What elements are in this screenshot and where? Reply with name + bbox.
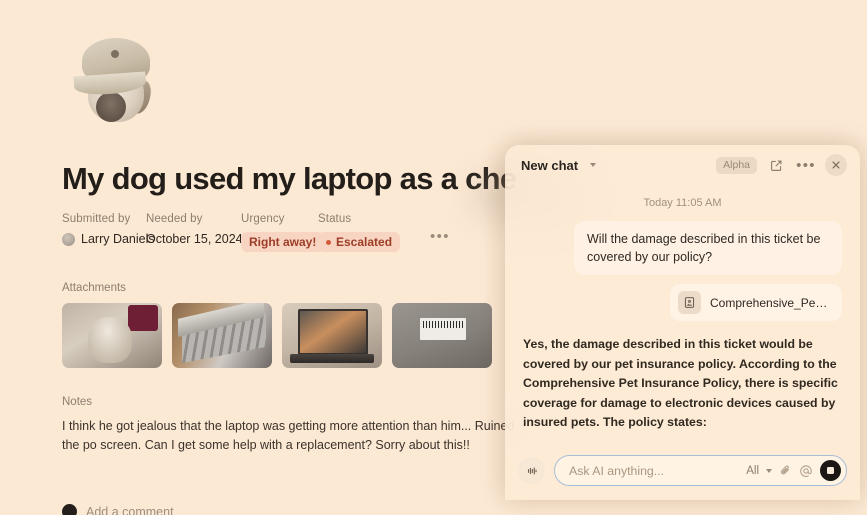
stop-square-icon	[827, 467, 834, 474]
send-stop-button[interactable]	[820, 460, 841, 481]
chat-more-menu-icon[interactable]: •••	[795, 154, 817, 176]
hero-dog-image	[66, 28, 164, 128]
field-urgency: Urgency Right away!	[241, 213, 325, 253]
mention-at-icon[interactable]	[799, 464, 813, 478]
attachment-paperclip-icon[interactable]	[779, 464, 792, 477]
attached-document-name: Comprehensive_Pet_I...	[710, 295, 829, 310]
attachment-thumbnail[interactable]	[392, 303, 492, 369]
avatar	[62, 232, 75, 246]
message-timestamp: Today 11:05 AM	[643, 197, 722, 209]
dog-snout-shape	[96, 92, 126, 122]
ticket-meta-row: Submitted by Larry Daniels Needed by Oct…	[62, 213, 462, 253]
field-needed-by: Needed by October 15, 2024	[146, 213, 243, 246]
chat-header: New chat Alpha •••	[505, 145, 860, 185]
field-value-submitted-by[interactable]: Larry Daniels	[62, 232, 155, 246]
ai-response-message: Yes, the damage described in this ticket…	[523, 335, 842, 447]
needed-by-date[interactable]: October 15, 2024	[146, 232, 243, 246]
field-label-needed-by: Needed by	[146, 213, 203, 226]
attachment-thumbnail[interactable]	[172, 303, 272, 369]
field-status: Status Escalated	[318, 213, 408, 253]
chat-input-bar: Ask AI anything... All	[505, 447, 860, 500]
chevron-down-icon[interactable]	[590, 163, 597, 167]
chat-title[interactable]: New chat	[521, 158, 578, 173]
chat-input[interactable]: Ask AI anything...	[569, 464, 739, 478]
close-icon[interactable]	[825, 154, 847, 176]
add-comment-placeholder: Add a comment	[86, 504, 174, 515]
scope-selector-label: All	[746, 464, 759, 477]
user-message-bubble: Will the damage described in this ticket…	[574, 221, 842, 276]
ai-chat-panel: New chat Alpha ••• Today 11:05 AM Will t…	[505, 145, 860, 500]
attached-document-chip[interactable]: Comprehensive_Pet_I...	[670, 284, 842, 322]
voice-waveform-icon[interactable]	[518, 457, 545, 484]
status-badge-label: Escalated	[336, 235, 393, 250]
attachment-thumbnail[interactable]	[282, 303, 382, 369]
chat-message-list: Today 11:05 AM Will the damage described…	[505, 185, 860, 447]
scope-selector[interactable]: All	[746, 465, 772, 477]
compose-icon[interactable]	[765, 154, 787, 176]
alpha-badge: Alpha	[716, 156, 757, 174]
field-label-status: Status	[318, 213, 352, 226]
urgency-badge[interactable]: Right away!	[241, 232, 325, 253]
avatar	[62, 504, 77, 515]
document-icon	[678, 291, 701, 315]
add-comment-row[interactable]: Add a comment	[62, 504, 174, 515]
notes-text: I think he got jealous that the laptop w…	[62, 419, 515, 453]
cap-button-shape	[111, 50, 119, 58]
status-dot-icon	[326, 239, 331, 245]
field-label-submitted-by: Submitted by	[62, 213, 131, 226]
submitted-by-name: Larry Daniels	[81, 232, 155, 247]
status-badge[interactable]: Escalated	[318, 232, 401, 253]
chat-input-wrapper[interactable]: Ask AI anything... All	[554, 455, 847, 486]
field-label-urgency: Urgency	[241, 213, 285, 226]
attachment-thumbnail[interactable]	[62, 303, 162, 369]
ticket-more-menu-icon[interactable]: •••	[430, 229, 450, 244]
chevron-down-icon	[766, 468, 772, 473]
field-submitted-by: Submitted by Larry Daniels	[62, 213, 155, 246]
ai-paragraph: Yes, the damage described in this ticket…	[523, 337, 838, 429]
